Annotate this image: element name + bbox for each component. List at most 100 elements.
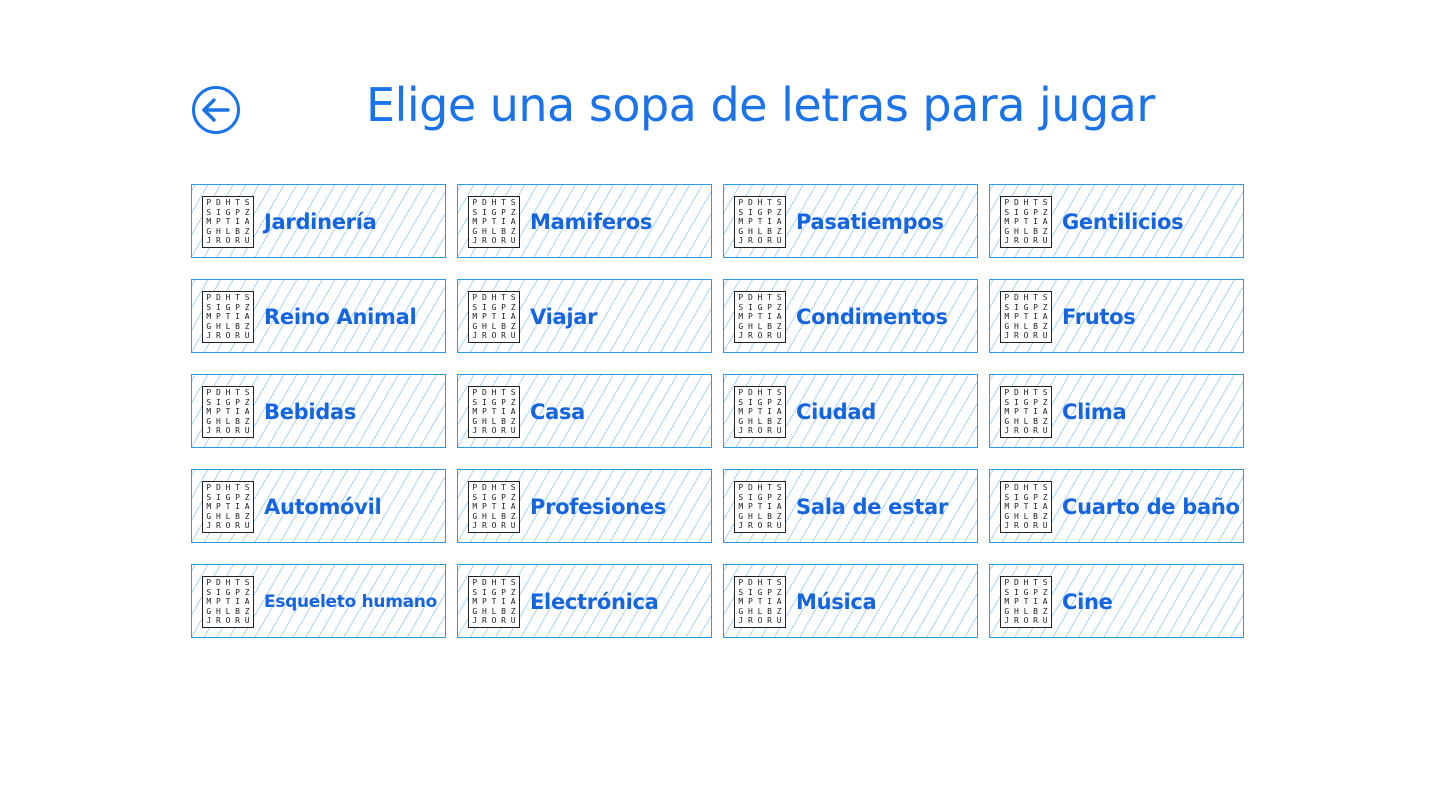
word-search-letter: U — [1042, 521, 1048, 531]
category-tile[interactable]: P D H T S S I G P Z M P T I A G H L B Z J R O R U Reino Animal — [191, 279, 446, 353]
category-tile[interactable]: P D H T S S I G P Z M P T I A G H L B Z J R O R U Condimentos — [723, 279, 978, 353]
word-search-letter: Z — [1042, 416, 1048, 426]
word-search-letter: A — [244, 407, 250, 417]
category-tile[interactable]: P D H T S S I G P Z M P T I A G H L B Z J R O R U Viajar — [457, 279, 712, 353]
back-button[interactable] — [191, 85, 241, 135]
word-search-letter: D — [747, 483, 753, 492]
word-search-letter: L — [1023, 606, 1029, 616]
category-tile[interactable]: P D H T S S I G P Z M P T I A G H L B Z J R O R U Ciudad — [723, 374, 978, 448]
word-search-letter: B — [235, 606, 240, 616]
word-search-icon: PDHTSSIGPZMPTIAGHLBZJRORU — [734, 386, 786, 438]
word-search-letter: P — [501, 397, 506, 407]
word-search-letter: G — [472, 511, 478, 521]
word-search-letter: R — [501, 426, 506, 436]
word-search-letter: T — [235, 198, 240, 207]
word-search-letter: I — [235, 597, 240, 607]
word-search-letter: P — [1013, 597, 1019, 607]
word-search-letter: G — [738, 321, 744, 331]
word-search-letter: T — [1033, 198, 1038, 207]
word-search-letter: R — [215, 521, 221, 531]
word-search-letter: M — [472, 312, 478, 322]
word-search-letter: D — [1013, 483, 1019, 492]
word-search-letter: Z — [510, 606, 516, 616]
word-search-letter: S — [738, 397, 744, 407]
word-search-letter: B — [1033, 511, 1038, 521]
word-search-letter: R — [501, 331, 506, 341]
category-tile[interactable]: P D H T S S I G P Z M P T I A G H L B Z J R O R U Frutos — [989, 279, 1244, 353]
category-tile[interactable]: P D H T S S I G P Z M P T I A G H L B Z J R O R U Sala de estar — [723, 469, 978, 543]
word-search-letter: P — [747, 502, 753, 512]
word-search-letter: S — [206, 397, 212, 407]
category-tile[interactable]: P D H T S S I G P Z M P T I A G H L B Z J R O R U Jardinería — [191, 184, 446, 258]
category-tile[interactable]: P D H T S S I G P Z M P T I A G H L B Z J R O R U Automóvil — [191, 469, 446, 543]
word-search-letter: U — [510, 521, 516, 531]
word-search-letter: G — [225, 397, 231, 407]
word-search-letter: R — [215, 331, 221, 341]
word-search-letter: R — [481, 521, 487, 531]
word-search-letter: S — [206, 207, 212, 217]
category-tile[interactable]: P D H T S S I G P Z M P T I A G H L B Z J R O R U Cine — [989, 564, 1244, 638]
category-tile[interactable]: P D H T S S I G P Z M P T I A G H L B Z J R O R U Esqueleto human… — [191, 564, 446, 638]
category-tile[interactable]: P D H T S S I G P Z M P T I A G H L B Z J R O R U Mamiferos — [457, 184, 712, 258]
category-tile[interactable]: P D H T S S I G P Z M P T I A G H L B Z J R O R U Música — [723, 564, 978, 638]
word-search-letter: G — [1023, 492, 1029, 502]
word-search-letter: R — [481, 331, 487, 341]
word-search-letter: G — [491, 492, 497, 502]
word-search-letter: D — [1013, 388, 1019, 397]
word-search-letter: T — [501, 388, 506, 397]
word-search-letter: A — [510, 407, 516, 417]
word-search-letter: Z — [510, 397, 516, 407]
word-search-letter: T — [1023, 502, 1029, 512]
word-search-letter: P — [1013, 502, 1019, 512]
category-tile[interactable]: P D H T S S I G P Z M P T I A G H L B Z J R O R U Cuarto de baño — [989, 469, 1244, 543]
word-search-letter: P — [1013, 312, 1019, 322]
category-tile[interactable]: P D H T S S I G P Z M P T I A G H L B Z J R O R U Clima — [989, 374, 1244, 448]
word-search-letter: G — [1004, 511, 1010, 521]
word-search-letter: P — [1013, 217, 1019, 227]
word-search-letter: D — [747, 388, 753, 397]
word-search-letter: H — [225, 198, 231, 207]
word-search-letter: S — [510, 483, 516, 492]
category-tile[interactable]: P D H T S S I G P Z M P T I A G H L B Z J R O R U Pasatiempos — [723, 184, 978, 258]
word-search-letter: B — [501, 226, 506, 236]
word-search-letter: P — [215, 502, 221, 512]
word-search-letter: P — [472, 198, 478, 207]
word-search-letter: G — [491, 397, 497, 407]
word-search-icon: PDHTSSIGPZMPTIAGHLBZJRORU — [468, 196, 520, 248]
word-search-letter: G — [757, 302, 763, 312]
word-search-letter: S — [510, 293, 516, 302]
category-tile[interactable]: P D H T S S I G P Z M P T I A G H L B Z J R O R U Bebidas — [191, 374, 446, 448]
word-search-letter: I — [767, 502, 772, 512]
word-search-letter: H — [491, 483, 497, 492]
word-search-letter: S — [776, 483, 782, 492]
word-search-letter: U — [244, 521, 250, 531]
word-search-letter: H — [481, 321, 487, 331]
word-search-letter: I — [215, 587, 221, 597]
word-search-letter: R — [235, 236, 240, 246]
word-search-letter: B — [235, 226, 240, 236]
word-search-letter: U — [244, 331, 250, 341]
category-tile[interactable]: P D H T S S I G P Z M P T I A G H L B Z J R O R U Gentilicios — [989, 184, 1244, 258]
word-search-letter: U — [510, 331, 516, 341]
word-search-letter: O — [225, 521, 231, 531]
word-search-letter: J — [206, 426, 212, 436]
category-tile[interactable]: P D H T S S I G P Z M P T I A G H L B Z J R O R U Electrónica — [457, 564, 712, 638]
category-tile[interactable]: P D H T S S I G P Z M P T I A G H L B Z J R O R U Profesiones — [457, 469, 712, 543]
word-search-letter: G — [738, 511, 744, 521]
word-search-letter: H — [215, 606, 221, 616]
word-search-letter: H — [215, 511, 221, 521]
word-search-letter: M — [472, 597, 478, 607]
word-search-letter: Z — [1042, 226, 1048, 236]
word-search-letter: A — [776, 217, 782, 227]
category-tile[interactable]: P D H T S S I G P Z M P T I A G H L B Z J R O R U Casa — [457, 374, 712, 448]
word-search-icon: PDHTSSIGPZMPTIAGHLBZJRORU — [1000, 481, 1052, 533]
word-search-letter: I — [215, 207, 221, 217]
word-search-letter: I — [767, 217, 772, 227]
word-search-letter: Z — [1042, 321, 1048, 331]
word-search-letter: O — [757, 331, 763, 341]
word-search-letter: Z — [1042, 302, 1048, 312]
word-search-letter: G — [206, 321, 212, 331]
word-search-icon: PDHTSSIGPZMPTIAGHLBZJRORU — [1000, 386, 1052, 438]
word-search-letter: Z — [776, 321, 782, 331]
word-search-letter: I — [481, 397, 487, 407]
